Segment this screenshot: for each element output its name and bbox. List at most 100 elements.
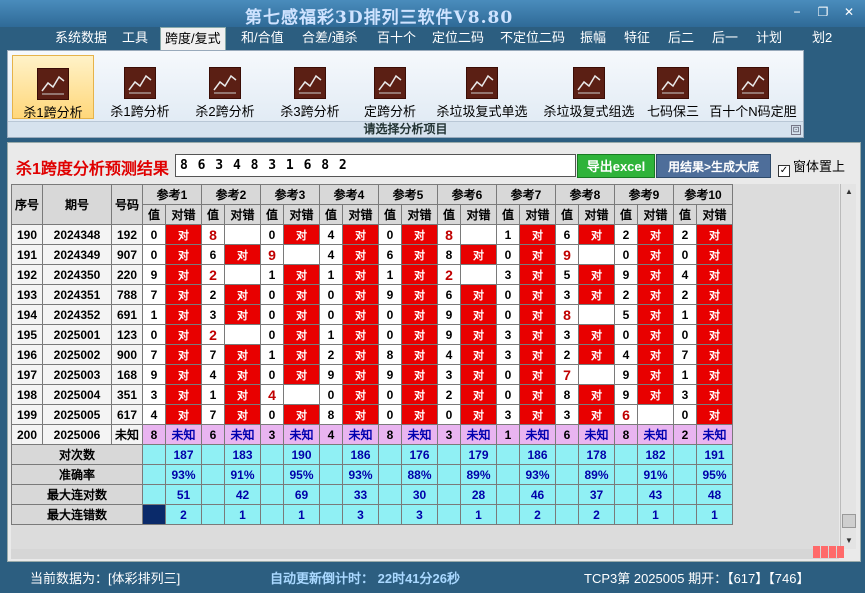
generate-base-button[interactable]: 用结果>生成大底 <box>656 154 771 178</box>
table-row-pending[interactable]: 200 2025006 未知 8 未知 6 未知 3 未知 4 未知 8 未知 3 未知 1 未知 6 未知 8 未知 2… <box>11 424 733 445</box>
menu-last-two[interactable]: 后二 <box>668 27 694 50</box>
cell-hit: 对 <box>696 404 733 425</box>
cell-value: 4 <box>319 244 343 265</box>
table-row[interactable]: 192 2024350 220 9 对 2 1 对 1 对 1 对 2 3 对 5 对 9 对 4 对 <box>11 264 733 285</box>
table-row[interactable]: 198 2025004 351 3 对 1 对 4 0 对 0 对 2 对 0 对 8 对 9 对 3 对 <box>11 384 733 405</box>
cell-value: 0 <box>260 364 284 385</box>
topmost-checkbox[interactable]: ✓ 窗体置上 <box>778 156 845 177</box>
menu-plan-2[interactable]: 划2 <box>812 27 832 50</box>
update-countdown: 自动更新倒计时： 22时41分26秒 <box>270 571 460 586</box>
cell-hit: 对 <box>165 264 202 285</box>
cell-value: 9 <box>437 304 461 325</box>
menu-digits[interactable]: 百十个 <box>377 27 416 50</box>
cell-hit: 对 <box>637 324 674 345</box>
cell-hit: 对 <box>637 244 674 265</box>
cell-miss <box>460 224 497 245</box>
menu-position-two[interactable]: 定位二码 <box>432 27 484 50</box>
row-period: 2024349 <box>42 244 112 265</box>
row-seq: 197 <box>11 364 43 385</box>
cell-unknown: 未知 <box>460 424 497 445</box>
export-excel-button[interactable]: 导出excel <box>577 154 655 178</box>
dialog-launcher-icon[interactable]: ⊡ <box>791 125 801 135</box>
cell-value: 6 <box>201 244 225 265</box>
cell-hit: 对 <box>578 284 615 305</box>
stat-value: 191 <box>696 444 733 465</box>
cell-hit: 对 <box>637 264 674 285</box>
cell-miss <box>637 404 674 425</box>
cell-value: 8 <box>142 424 166 445</box>
table-row[interactable]: 197 2025003 168 9 对 4 对 0 对 9 对 9 对 3 对 0 对 7 9 对 1 对 <box>11 364 733 385</box>
menu-amplitude[interactable]: 振幅 <box>580 27 606 50</box>
ribbon-fixed-span[interactable]: 定跨分析 <box>354 55 426 119</box>
horizontal-scrollbar[interactable] <box>11 549 839 559</box>
ribbon-kill2-span[interactable]: 杀2跨分析 <box>185 55 265 119</box>
row-period: 2024351 <box>42 284 112 305</box>
stat-value: 176 <box>401 444 438 465</box>
cell-value: 4 <box>319 224 343 245</box>
result-value-field[interactable]: 8 6 3 4 8 3 1 6 8 2 <box>175 154 576 177</box>
menu-last-one[interactable]: 后一 <box>712 27 738 50</box>
ribbon-seven-code[interactable]: 七码保三 <box>644 55 702 119</box>
minimize-icon[interactable]: − <box>786 4 808 20</box>
menu-sum[interactable]: 和/合值 <box>241 27 284 50</box>
cell-unknown: 未知 <box>165 424 202 445</box>
ribbon-kill1-span[interactable]: 杀1跨分析 <box>100 55 180 119</box>
close-icon[interactable]: ✕ <box>838 4 860 20</box>
menu-nonposition-two[interactable]: 不定位二码 <box>500 27 565 50</box>
menu-system-data[interactable]: 系统数据 <box>55 27 107 50</box>
table-row[interactable]: 193 2024351 788 7 对 2 对 0 对 0 对 9 对 6 对 0 对 3 对 2 对 2 对 <box>11 284 733 305</box>
cell-value: 7 <box>142 344 166 365</box>
subheader-hit: 对错 <box>519 204 556 225</box>
row-seq: 192 <box>11 264 43 285</box>
header-ref: 参考2 <box>201 184 261 205</box>
subheader-hit: 对错 <box>637 204 674 225</box>
cell-hit: 对 <box>637 344 674 365</box>
cell-hit: 对 <box>519 384 556 405</box>
checkbox-checked-icon[interactable]: ✓ <box>778 165 790 177</box>
table-row[interactable]: 195 2025001 123 0 对 2 0 对 1 对 0 对 9 对 3 对 3 对 0 对 0 对 <box>11 324 733 345</box>
menu-diff-kill[interactable]: 合差/通杀 <box>302 27 358 50</box>
stat-value: 51 <box>165 484 202 505</box>
cell-value: 8 <box>437 224 461 245</box>
scroll-thumb[interactable] <box>842 514 856 528</box>
cell-value: 0 <box>260 284 284 305</box>
cell-value: 0 <box>378 224 402 245</box>
cell-hit: 对 <box>224 244 261 265</box>
ribbon-kill3-span[interactable]: 杀3跨分析 <box>270 55 350 119</box>
cell-hit: 对 <box>519 364 556 385</box>
result-label: 杀1跨度分析预测结果 <box>16 161 169 178</box>
cell-hit: 对 <box>519 244 556 265</box>
table-row[interactable]: 194 2024352 691 1 对 3 对 0 对 0 对 0 对 9 对 0 对 8 5 对 1 对 <box>11 304 733 325</box>
menu-plan[interactable]: 计划 <box>756 27 782 50</box>
table-row[interactable]: 191 2024349 907 0 对 6 对 9 4 对 6 对 8 对 0 对 9 0 对 0 对 <box>11 244 733 265</box>
ribbon-n-code-anchor[interactable]: 百十个N码定胆 <box>706 55 800 119</box>
ribbon-kill1-span-active[interactable]: 杀1跨分析 <box>12 55 94 120</box>
cell-value: 4 <box>437 344 461 365</box>
stat-value: 183 <box>224 444 261 465</box>
scroll-up-icon[interactable]: ▲ <box>841 184 857 200</box>
cell-hit: 对 <box>342 364 379 385</box>
stat-value: 178 <box>578 444 615 465</box>
table-row[interactable]: 190 2024348 192 0 对 8 0 对 4 对 0 对 8 1 对 6 对 2 对 2 对 <box>11 224 733 245</box>
restore-icon[interactable]: ❐ <box>812 4 834 20</box>
subheader-value: 值 <box>555 204 579 225</box>
vertical-scrollbar[interactable]: ▲ ▼ <box>840 184 856 549</box>
ribbon-junk-compound-group[interactable]: 杀垃圾复式组选 <box>537 55 641 119</box>
table-row[interactable]: 196 2025002 900 7 对 7 对 1 对 2 对 8 对 4 对 3 对 2 对 4 对 7 对 <box>11 344 733 365</box>
cell-value: 2 <box>201 284 225 305</box>
cell-value: 3 <box>496 264 520 285</box>
header-ref: 参考3 <box>260 184 320 205</box>
subheader-value: 值 <box>673 204 697 225</box>
table-row[interactable]: 199 2025005 617 4 对 7 对 0 对 8 对 0 对 0 对 3 对 3 对 6 0 对 <box>11 404 733 425</box>
row-period: 2024350 <box>42 264 112 285</box>
cell-unknown: 未知 <box>637 424 674 445</box>
cell-value: 9 <box>614 264 638 285</box>
cell-miss <box>578 304 615 325</box>
cell-hit: 对 <box>165 344 202 365</box>
cell-hit: 对 <box>460 244 497 265</box>
stat-value: 1 <box>224 504 261 525</box>
menu-span-compound[interactable]: 跨度/复式 <box>160 27 226 50</box>
menu-tools[interactable]: 工具 <box>122 27 148 50</box>
ribbon-junk-compound-single[interactable]: 杀垃圾复式单选 <box>430 55 534 119</box>
menu-features[interactable]: 特征 <box>624 27 650 50</box>
